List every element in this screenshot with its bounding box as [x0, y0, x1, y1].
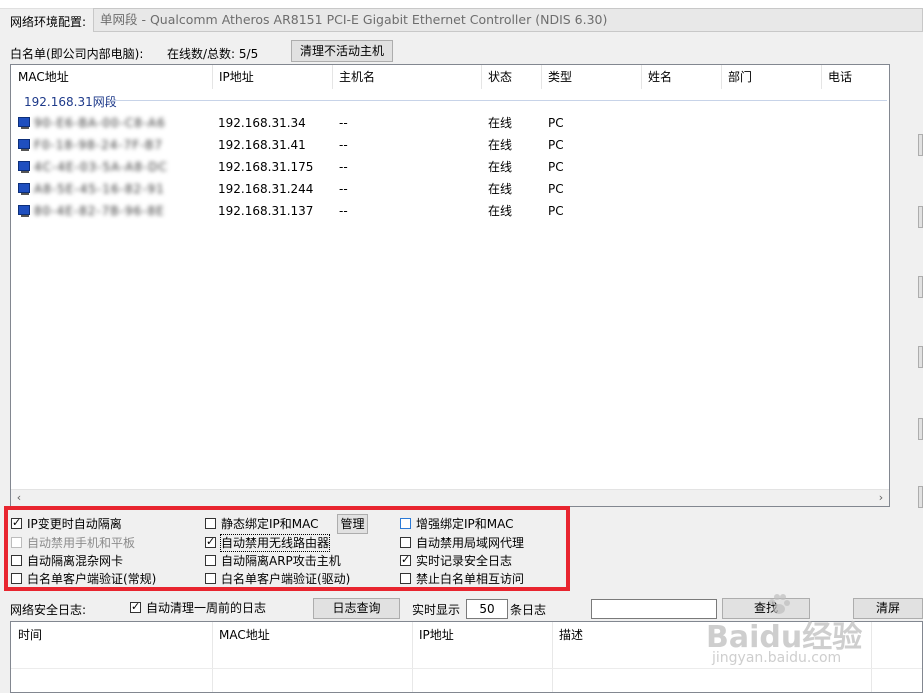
- scroll-left-icon[interactable]: ‹: [11, 490, 27, 506]
- checkbox[interactable]: [130, 599, 141, 615]
- row-divider: [11, 668, 922, 669]
- side-button[interactable]: [918, 418, 923, 440]
- column-header-department[interactable]: 部门: [721, 65, 821, 89]
- cell-mac: 90-E6-BA-00-C8-A6: [34, 116, 166, 130]
- column-header-description[interactable]: 描述: [552, 622, 752, 648]
- cell-hostname: --: [339, 182, 348, 196]
- cell-ip: 192.168.31.175: [218, 160, 314, 174]
- column-header-hostname[interactable]: 主机名: [332, 65, 481, 89]
- column-header-mac[interactable]: MAC地址: [212, 622, 412, 648]
- whitelist-label: 白名单(即公司内部电脑):: [10, 47, 144, 61]
- side-button[interactable]: [918, 206, 923, 228]
- cell-hostname: --: [339, 204, 348, 218]
- cell-type: PC: [548, 204, 564, 218]
- log-query-button[interactable]: 日志查询: [313, 598, 400, 619]
- cell-status: 在线: [488, 204, 513, 218]
- table-row[interactable]: A8-5E-45-16-82-91 192.168.31.244 -- 在线 P…: [11, 178, 889, 200]
- computer-icon: [18, 139, 30, 151]
- column-header-ip[interactable]: IP地址: [412, 622, 552, 648]
- cell-ip: 192.168.31.244: [218, 182, 314, 196]
- column-header-phone[interactable]: 电话: [821, 65, 889, 89]
- highlight-annotation-box: [4, 506, 570, 591]
- side-button[interactable]: [918, 134, 923, 156]
- search-button[interactable]: 查找: [722, 598, 810, 619]
- table-row[interactable]: 4C-4E-03-5A-A8-DC 192.168.31.175 -- 在线 P…: [11, 156, 889, 178]
- side-button[interactable]: [918, 346, 923, 368]
- cell-status: 在线: [488, 138, 513, 152]
- clear-inactive-hosts-button[interactable]: 清理不活动主机: [291, 40, 393, 62]
- network-config-label: 网络环境配置:: [10, 15, 87, 29]
- side-button[interactable]: [918, 486, 923, 508]
- log-count-suffix: 条日志: [510, 603, 547, 617]
- scroll-right-icon[interactable]: ›: [873, 490, 889, 506]
- network-config-select[interactable]: 单网段 - Qualcomm Atheros AR8151 PCI-E Giga…: [93, 8, 923, 32]
- cell-ip: 192.168.31.41: [218, 138, 306, 152]
- cell-type: PC: [548, 160, 564, 174]
- column-header-time[interactable]: 时间: [11, 622, 212, 648]
- realtime-count-input[interactable]: 50: [466, 599, 508, 619]
- table-row[interactable]: 80-4E-82-7B-96-8E 192.168.31.137 -- 在线 P…: [11, 200, 889, 222]
- column-header-type[interactable]: 类型: [541, 65, 641, 89]
- group-divider: [111, 100, 887, 101]
- cell-mac: F0-18-98-24-7F-B7: [34, 138, 163, 152]
- realtime-display-label: 实时显示: [412, 603, 461, 617]
- cell-status: 在线: [488, 160, 513, 174]
- cell-status: 在线: [488, 182, 513, 196]
- column-separator[interactable]: [871, 622, 872, 692]
- clear-screen-button[interactable]: 清屏: [853, 598, 923, 619]
- online-total-count: 在线数/总数: 5/5: [167, 47, 259, 61]
- cell-status: 在线: [488, 116, 513, 130]
- cell-ip: 192.168.31.34: [218, 116, 306, 130]
- table-row[interactable]: F0-18-98-24-7F-B7 192.168.31.41 -- 在线 PC: [11, 134, 889, 156]
- cell-hostname: --: [339, 116, 348, 130]
- side-button[interactable]: [918, 276, 923, 298]
- cell-mac: 4C-4E-03-5A-A8-DC: [34, 160, 168, 174]
- computer-icon: [18, 183, 30, 195]
- cell-hostname: --: [339, 160, 348, 174]
- column-header-status[interactable]: 状态: [481, 65, 541, 89]
- search-input[interactable]: [591, 599, 717, 619]
- cell-hostname: --: [339, 138, 348, 152]
- cell-type: PC: [548, 138, 564, 152]
- column-header-mac[interactable]: MAC地址: [11, 65, 212, 89]
- option-label: 自动清理一周前的日志: [146, 601, 267, 615]
- cell-type: PC: [548, 182, 564, 196]
- computer-icon: [18, 205, 30, 217]
- cell-ip: 192.168.31.137: [218, 204, 314, 218]
- whitelist-table[interactable]: MAC地址 IP地址 主机名 状态 类型 姓名 部门 电话 192.168.31…: [10, 64, 890, 507]
- computer-icon: [18, 161, 30, 173]
- computer-icon: [18, 117, 30, 129]
- table-row[interactable]: 90-E6-BA-00-C8-A6 192.168.31.34 -- 在线 PC: [11, 112, 889, 134]
- horizontal-scrollbar[interactable]: ‹ ›: [11, 489, 889, 506]
- column-header-ip[interactable]: IP地址: [212, 65, 332, 89]
- security-log-table[interactable]: 时间 MAC地址 IP地址 描述: [10, 621, 923, 693]
- group-title[interactable]: 192.168.31网段: [24, 93, 117, 110]
- column-header-name[interactable]: 姓名: [641, 65, 721, 89]
- cell-mac: A8-5E-45-16-82-91: [34, 182, 165, 196]
- cell-mac: 80-4E-82-7B-96-8E: [34, 204, 165, 218]
- security-log-label: 网络安全日志:: [10, 603, 87, 617]
- cell-type: PC: [548, 116, 564, 130]
